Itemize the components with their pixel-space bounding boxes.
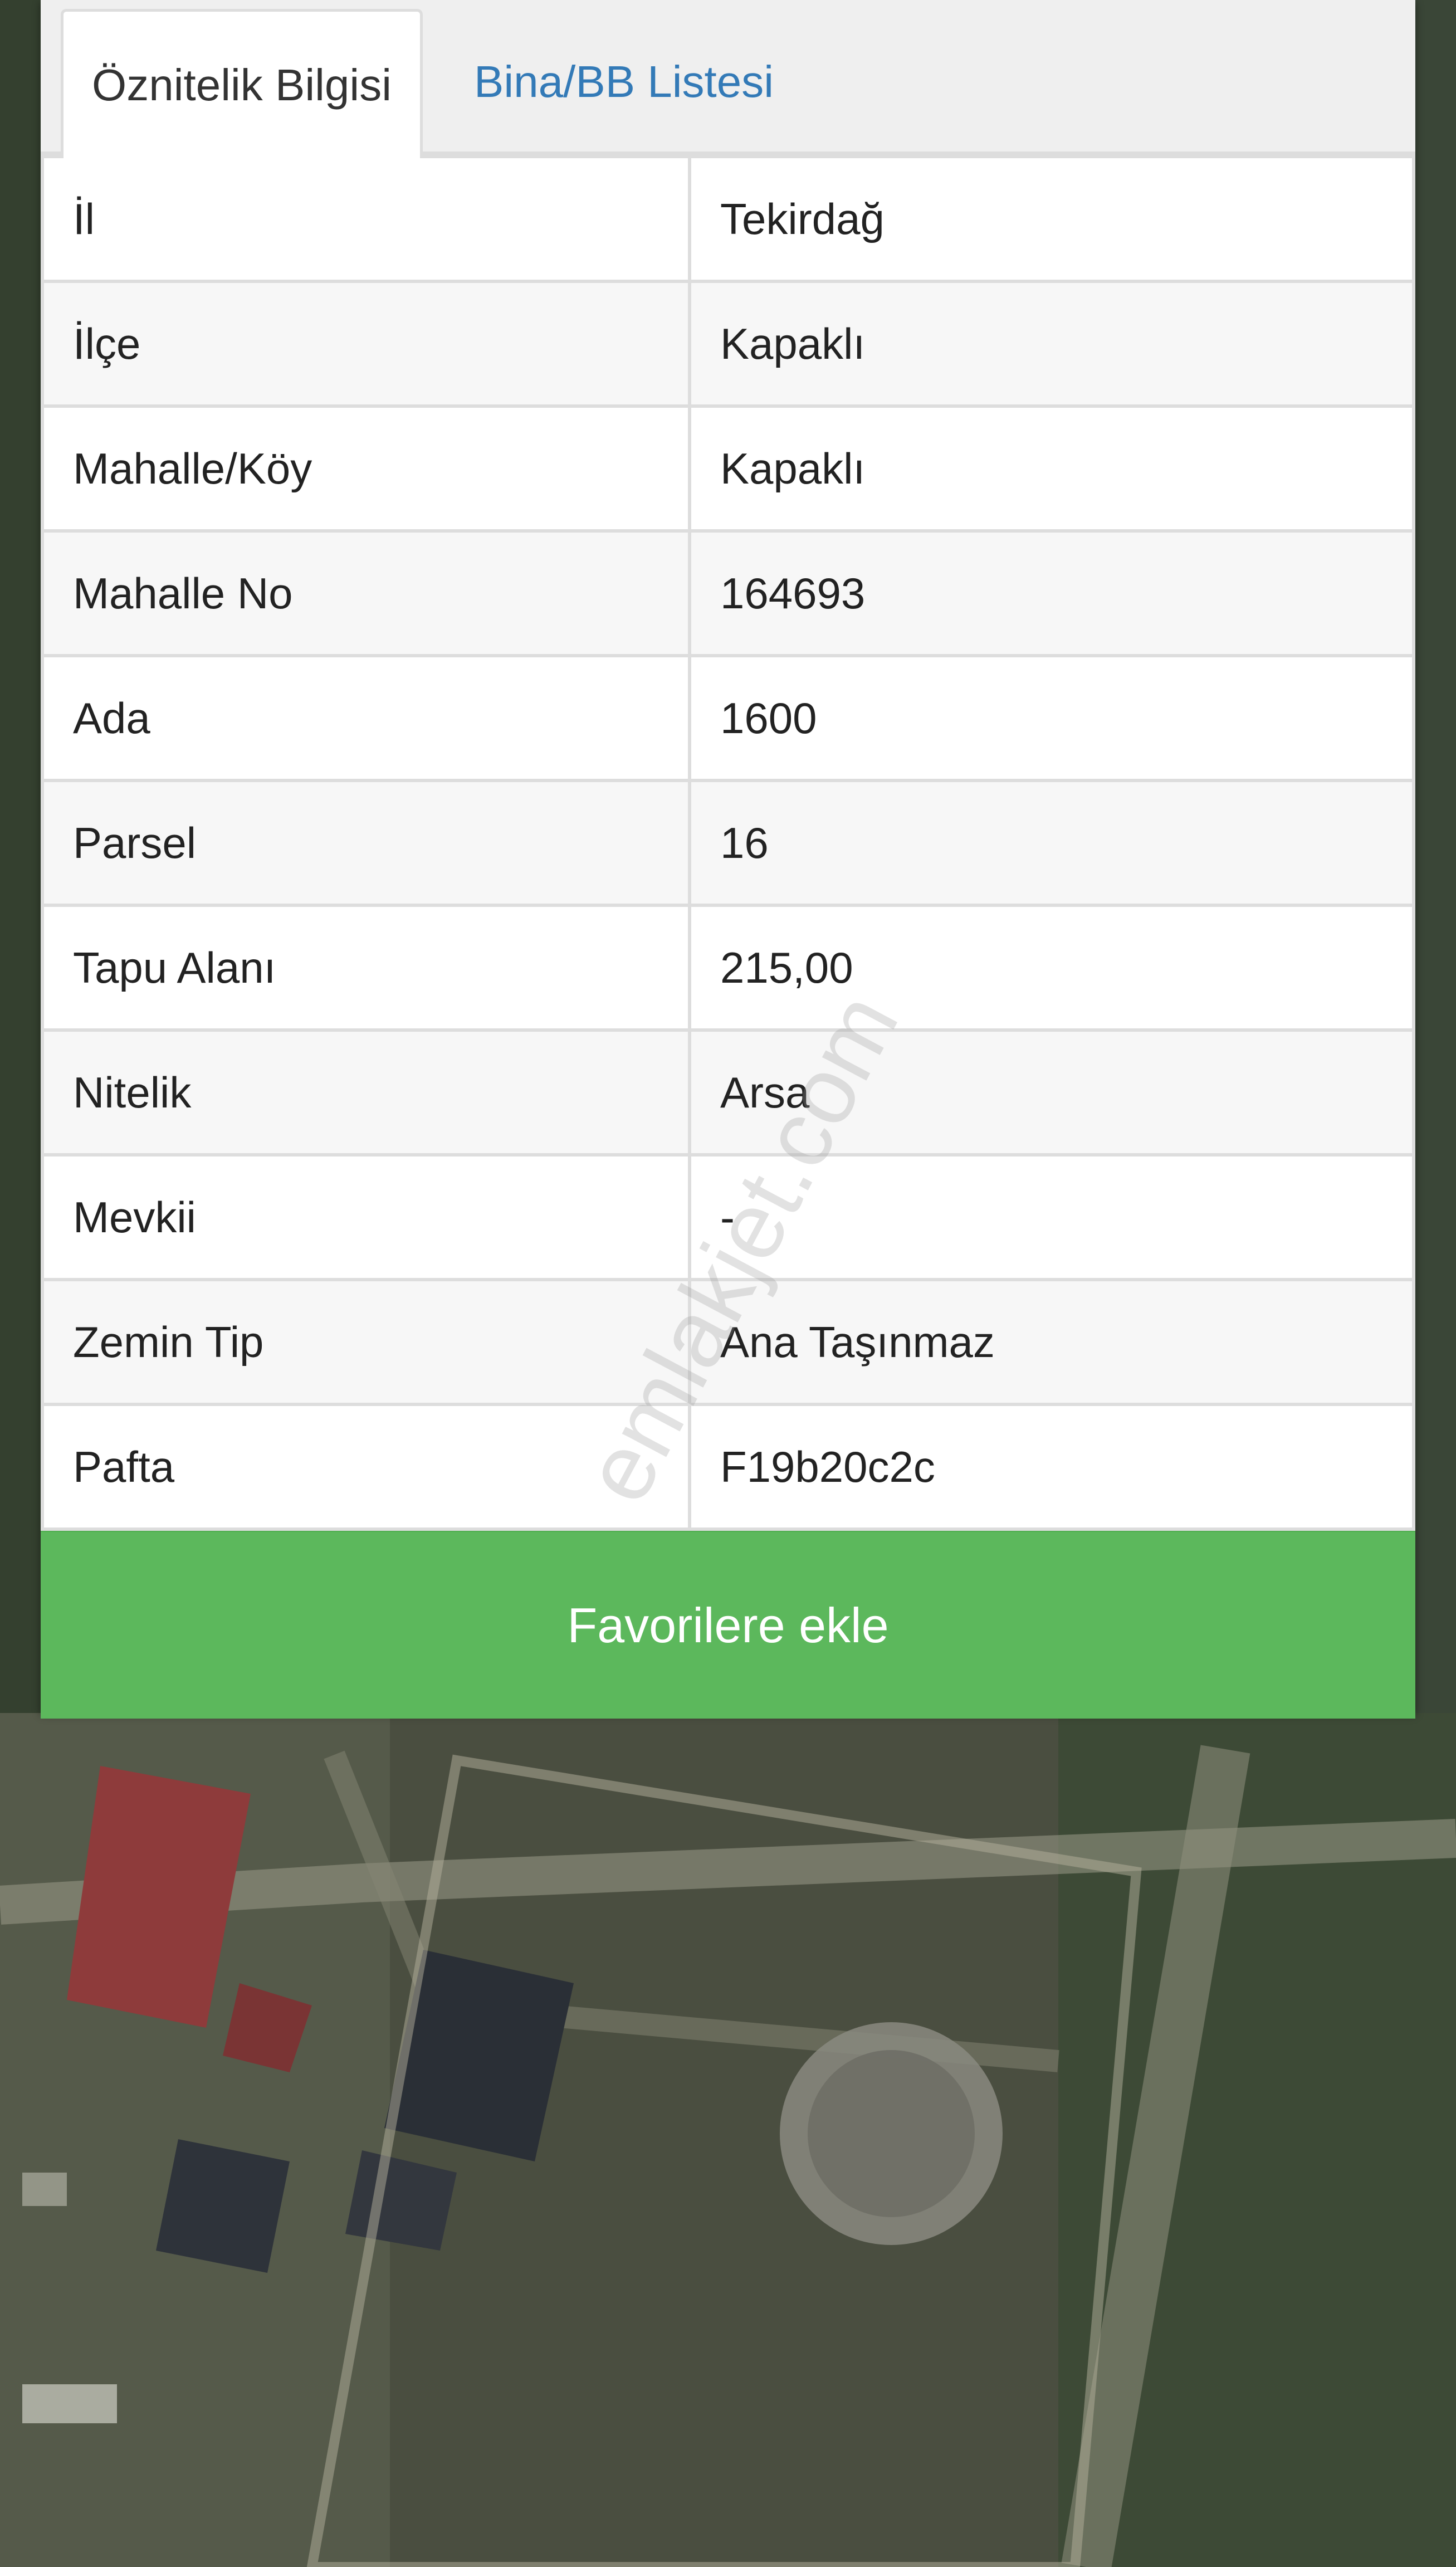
table-row: Zemin Tip Ana Taşınmaz <box>41 1278 1415 1406</box>
add-to-favorites-label: Favorilere ekle <box>567 1597 889 1653</box>
table-row: Mahalle No 164693 <box>41 529 1415 657</box>
attribute-value: 164693 <box>688 529 1415 657</box>
attribute-label: Parsel <box>41 779 691 907</box>
attribute-table: İl Tekirdağ İlçe Kapaklı Mahalle/Köy Kap… <box>41 155 1415 1531</box>
attribute-value: F19b20c2c <box>688 1403 1415 1531</box>
attribute-value: Kapaklı <box>688 280 1415 408</box>
table-row: Mahalle/Köy Kapaklı <box>41 404 1415 533</box>
attribute-label: Pafta <box>41 1403 691 1531</box>
attribute-label: Mahalle No <box>41 529 691 657</box>
add-to-favorites-button[interactable]: Favorilere ekle <box>41 1531 1415 1719</box>
table-row: İl Tekirdağ <box>41 155 1415 283</box>
attribute-label: Ada <box>41 654 691 782</box>
table-row: Mevkii - <box>41 1153 1415 1281</box>
attribute-value: 16 <box>688 779 1415 907</box>
tab-oznitelik-bilgisi[interactable]: Öznitelik Bilgisi <box>61 9 423 158</box>
parcel-info-panel: Öznitelik Bilgisi Bina/BB Listesi İl Tek… <box>41 0 1415 1719</box>
table-row: Pafta F19b20c2c <box>41 1403 1415 1531</box>
attribute-label: Nitelik <box>41 1028 691 1156</box>
tab-bar: Öznitelik Bilgisi Bina/BB Listesi <box>41 0 1415 158</box>
attribute-label: İlçe <box>41 280 691 408</box>
page: Öznitelik Bilgisi Bina/BB Listesi İl Tek… <box>0 0 1456 2567</box>
attribute-value: Ana Taşınmaz <box>688 1278 1415 1406</box>
tab-label: Bina/BB Listesi <box>474 57 774 106</box>
table-row: Parsel 16 <box>41 779 1415 907</box>
attribute-label: Mahalle/Köy <box>41 404 691 533</box>
tab-bina-bb-listesi[interactable]: Bina/BB Listesi <box>463 9 853 155</box>
attribute-value: Tekirdağ <box>688 155 1415 283</box>
table-row: İlçe Kapaklı <box>41 280 1415 408</box>
attribute-value: Arsa <box>688 1028 1415 1156</box>
attribute-label: İl <box>41 155 691 283</box>
attribute-value: 1600 <box>688 654 1415 782</box>
attribute-label: Mevkii <box>41 1153 691 1281</box>
table-row: Tapu Alanı 215,00 <box>41 904 1415 1032</box>
table-row: Ada 1600 <box>41 654 1415 782</box>
tab-label: Öznitelik Bilgisi <box>92 60 392 110</box>
attribute-value: Kapaklı <box>688 404 1415 533</box>
attribute-value: - <box>688 1153 1415 1281</box>
table-row: Nitelik Arsa <box>41 1028 1415 1156</box>
attribute-label: Tapu Alanı <box>41 904 691 1032</box>
attribute-value: 215,00 <box>688 904 1415 1032</box>
attribute-label: Zemin Tip <box>41 1278 691 1406</box>
